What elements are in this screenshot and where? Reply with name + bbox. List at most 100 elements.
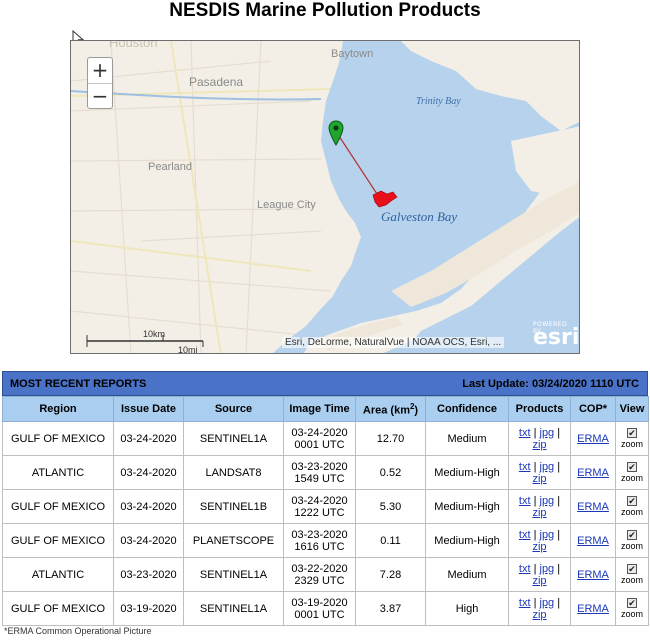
image-date: 03-19-2020 — [291, 596, 348, 609]
cell-area: 0.11 — [355, 523, 426, 558]
erma-link[interactable]: ERMA — [577, 467, 609, 479]
cell-cop: ERMA — [570, 455, 616, 490]
cell-cop: ERMA — [570, 421, 616, 456]
table-row: GULF OF MEXICO 03-24-2020 SENTINEL1A 03-24-… — [2, 421, 649, 456]
cell-confidence: Medium — [425, 421, 509, 456]
link-separator: | — [557, 562, 561, 575]
cell-issue-date: 03-24-2020 — [113, 489, 184, 524]
erma-link[interactable]: ERMA — [577, 535, 609, 547]
cell-source: PLANETSCOPE — [183, 523, 284, 558]
scale-mi-label: 10mi — [178, 345, 198, 354]
zoom-label: zoom — [620, 575, 643, 585]
map-label-trinity-bay: Trinity Bay — [416, 96, 461, 107]
jpg-link[interactable]: jpg — [540, 461, 555, 473]
zoom-in-button[interactable]: + — [88, 58, 112, 83]
erma-link[interactable]: ERMA — [577, 501, 609, 513]
cell-cop: ERMA — [570, 489, 616, 524]
zoom-label: zoom — [620, 439, 643, 449]
txt-link[interactable]: txt — [519, 597, 531, 609]
zip-link[interactable]: zip — [532, 473, 546, 485]
reports-title: MOST RECENT REPORTS — [10, 378, 147, 390]
map-label-pasadena: Pasadena — [189, 75, 244, 89]
cell-source: LANDSAT8 — [183, 455, 284, 490]
cell-view: ✔ zoom — [615, 421, 649, 456]
cell-region: GULF OF MEXICO — [2, 591, 114, 626]
cell-image-time: 03-24-2020 0001 UTC — [283, 421, 356, 456]
zoom-control: + − — [87, 57, 113, 109]
cell-region: ATLANTIC — [2, 557, 114, 592]
esri-logo[interactable]: POWERED BY esri — [529, 321, 580, 351]
link-separator: | — [557, 426, 561, 439]
zoom-label: zoom — [620, 507, 643, 517]
reports-header-bar: MOST RECENT REPORTS Last Update: 03/24/2… — [2, 371, 648, 396]
zoom-checkbox[interactable]: ✔ — [627, 530, 637, 540]
erma-link[interactable]: ERMA — [577, 433, 609, 445]
link-separator: | — [557, 494, 561, 507]
cell-area: 0.52 — [355, 455, 426, 490]
cell-issue-date: 03-24-2020 — [113, 421, 184, 456]
cell-cop: ERMA — [570, 557, 616, 592]
cell-products: txt | jpg | zip — [508, 455, 571, 490]
cell-issue-date: 03-23-2020 — [113, 557, 184, 592]
zoom-label: zoom — [620, 541, 643, 551]
cell-image-time: 03-23-2020 1616 UTC — [283, 523, 356, 558]
image-date: 03-23-2020 — [291, 528, 348, 541]
txt-link[interactable]: txt — [519, 563, 531, 575]
image-time: 0001 UTC — [294, 438, 345, 451]
zoom-checkbox[interactable]: ✔ — [627, 598, 637, 608]
cell-issue-date: 03-24-2020 — [113, 523, 184, 558]
cell-area: 5.30 — [355, 489, 426, 524]
map-attribution: Esri, DeLorme, NaturalVue | NOAA OCS, Es… — [282, 337, 505, 348]
cell-area: 7.28 — [355, 557, 426, 592]
erma-link[interactable]: ERMA — [577, 569, 609, 581]
zip-link[interactable]: zip — [532, 575, 546, 587]
location-marker-icon[interactable] — [328, 120, 344, 146]
zoom-label: zoom — [620, 473, 643, 483]
jpg-link[interactable]: jpg — [540, 563, 555, 575]
erma-link[interactable]: ERMA — [577, 603, 609, 615]
col-header-image-time: Image Time — [283, 396, 356, 422]
txt-link[interactable]: txt — [519, 495, 531, 507]
map-view[interactable]: + − Houston Baytown Pasadena Trinity Bay… — [70, 40, 580, 354]
image-date: 03-22-2020 — [291, 562, 348, 575]
cell-confidence: Medium — [425, 557, 509, 592]
link-separator: | — [533, 494, 537, 507]
cell-confidence: High — [425, 591, 509, 626]
zoom-checkbox[interactable]: ✔ — [627, 462, 637, 472]
table-row: GULF OF MEXICO 03-24-2020 SENTINEL1B 03-24-… — [2, 489, 649, 524]
col-header-issue-date: Issue Date — [113, 396, 184, 422]
zoom-checkbox[interactable]: ✔ — [627, 428, 637, 438]
jpg-link[interactable]: jpg — [540, 427, 555, 439]
txt-link[interactable]: txt — [519, 461, 531, 473]
erma-footnote: *ERMA Common Operational Picture — [4, 626, 152, 636]
link-separator: | — [533, 426, 537, 439]
col-header-products: Products — [508, 396, 571, 422]
zip-link[interactable]: zip — [532, 541, 546, 553]
cell-area: 3.87 — [355, 591, 426, 626]
jpg-link[interactable]: jpg — [540, 597, 555, 609]
zoom-out-button[interactable]: − — [88, 83, 112, 108]
cell-issue-date: 03-24-2020 — [113, 455, 184, 490]
txt-link[interactable]: txt — [519, 529, 531, 541]
cell-confidence: Medium-High — [425, 489, 509, 524]
cell-region: ATLANTIC — [2, 455, 114, 490]
zip-link[interactable]: zip — [532, 439, 546, 451]
image-time: 1222 UTC — [294, 506, 345, 519]
esri-logo-name: esri — [533, 325, 580, 350]
txt-link[interactable]: txt — [519, 427, 531, 439]
most-recent-reports: MOST RECENT REPORTS Last Update: 03/24/2… — [2, 371, 649, 626]
map-label-pearland: Pearland — [148, 161, 193, 173]
jpg-link[interactable]: jpg — [540, 495, 555, 507]
zoom-checkbox[interactable]: ✔ — [627, 496, 637, 506]
jpg-link[interactable]: jpg — [540, 529, 555, 541]
zip-link[interactable]: zip — [532, 609, 546, 621]
cell-source: SENTINEL1B — [183, 489, 284, 524]
table-row: GULF OF MEXICO 03-24-2020 PLANETSCOPE 03-23… — [2, 523, 649, 558]
image-time: 0001 UTC — [294, 608, 345, 621]
zoom-label: zoom — [620, 609, 643, 619]
area-close: ) — [414, 404, 419, 417]
zoom-checkbox[interactable]: ✔ — [627, 564, 637, 574]
scale-km-label: 10km — [143, 329, 166, 339]
cell-products: txt | jpg | zip — [508, 591, 571, 626]
zip-link[interactable]: zip — [532, 507, 546, 519]
